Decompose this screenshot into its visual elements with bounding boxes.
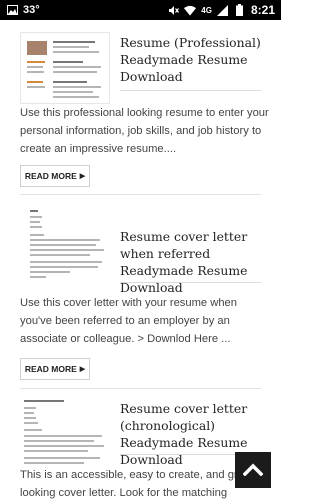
scroll-to-top-button[interactable] xyxy=(235,452,271,488)
network-type-text: 4G xyxy=(201,5,212,15)
article-title[interactable]: Resume cover letter when referred Readym… xyxy=(120,228,270,296)
temperature-text: 33° xyxy=(23,4,40,16)
read-more-button[interactable]: READ MORE ▶ xyxy=(20,358,90,380)
list-item: Resume cover letter when referred Readym… xyxy=(0,198,281,389)
caret-right-icon: ▶ xyxy=(79,173,86,180)
read-more-button[interactable]: READ MORE ▶ xyxy=(20,165,90,187)
item-separator xyxy=(20,194,261,195)
item-separator xyxy=(20,388,261,389)
signal-icon xyxy=(217,4,229,16)
cover-letter-thumbnail[interactable] xyxy=(20,208,110,280)
image-notification-icon xyxy=(6,4,18,16)
mute-icon xyxy=(167,4,179,16)
battery-icon xyxy=(234,4,246,16)
article-list: Resume (Professional) Readymade Resume D… xyxy=(0,20,281,500)
list-item: Resume (Professional) Readymade Resume D… xyxy=(0,20,281,198)
article-description: This is an accessible, easy to create, a… xyxy=(20,469,253,499)
resume-thumbnail[interactable] xyxy=(20,32,110,104)
title-divider xyxy=(120,282,261,283)
cover-letter-thumbnail[interactable] xyxy=(20,398,110,470)
caret-right-icon: ▶ xyxy=(79,366,86,373)
title-divider xyxy=(120,90,261,91)
article-title[interactable]: Resume (Professional) Readymade Resume D… xyxy=(120,34,270,85)
read-more-label: READ MORE xyxy=(24,171,77,181)
article-description: Use this cover letter with your resume w… xyxy=(20,297,237,345)
clock-text: 8:21 xyxy=(250,3,275,17)
read-more-label: READ MORE xyxy=(24,364,77,374)
article-description: Use this professional looking resume to … xyxy=(20,107,269,155)
status-bar: 33° 4G 8:21 xyxy=(0,0,281,20)
wifi-icon xyxy=(184,4,197,16)
chevron-up-icon xyxy=(242,461,264,480)
